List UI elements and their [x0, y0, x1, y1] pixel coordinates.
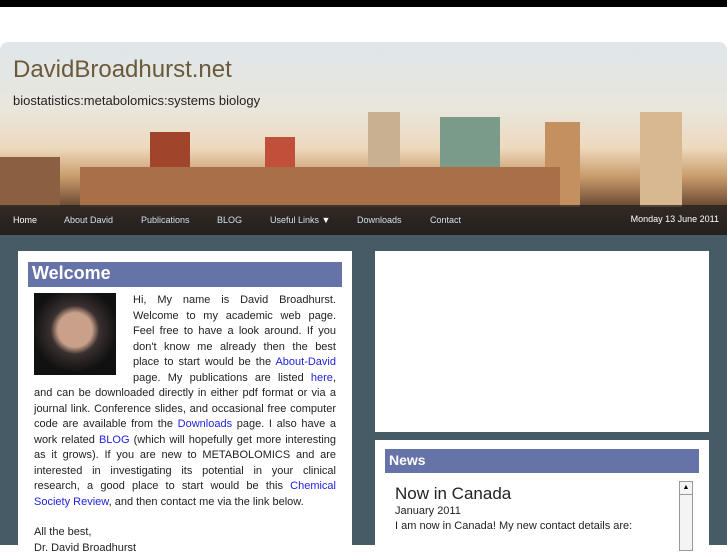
news-heading: News: [385, 449, 699, 473]
site-header: DavidBroadhurst.net biostatistics:metabo…: [0, 42, 727, 235]
scroll-up-arrow-icon[interactable]: ▲: [680, 482, 692, 495]
news-date: January 2011: [395, 505, 461, 517]
nav-home[interactable]: Home: [13, 215, 37, 225]
about-david-link[interactable]: About-David: [275, 356, 336, 368]
news-text: I am now in Canada! My new contact detai…: [395, 520, 633, 532]
publications-link[interactable]: here: [311, 372, 333, 384]
news-panel: News Now in Canada January 2011 I am now…: [375, 440, 709, 560]
main-content: Welcome Hi, My name is David Broadhurst.…: [0, 235, 727, 560]
site-tagline: biostatistics:metabolomics:systems biolo…: [13, 93, 261, 108]
profile-photo: [34, 293, 116, 375]
downloads-link[interactable]: Downloads: [178, 418, 232, 430]
news-title: Now in Canada: [395, 484, 512, 503]
current-date: Monday 13 June 2011: [630, 214, 719, 224]
news-item: Now in Canada January 2011 I am now in C…: [395, 484, 675, 532]
empty-panel: [375, 251, 709, 432]
blog-link[interactable]: BLOG: [99, 434, 130, 446]
welcome-panel: Welcome Hi, My name is David Broadhurst.…: [18, 251, 352, 554]
welcome-text: Hi, My name is David Broadhurst. Welcome…: [34, 293, 336, 556]
text: page. My publications are listed: [133, 371, 311, 384]
chevron-down-icon: ▼: [321, 215, 331, 225]
news-scrollbar[interactable]: ▲: [679, 481, 693, 551]
nav-contact[interactable]: Contact: [430, 215, 461, 225]
signature: Dr. David Broadhurst: [34, 541, 137, 554]
signoff: All the best,: [34, 526, 92, 538]
nav-publications[interactable]: Publications: [141, 215, 190, 225]
nav-blog[interactable]: BLOG: [217, 215, 242, 225]
site-title[interactable]: DavidBroadhurst.net: [13, 56, 232, 84]
text: , and then contact me via the link below…: [108, 495, 304, 508]
nav-about-david[interactable]: About David: [64, 215, 113, 225]
nav-useful-links[interactable]: Useful Links ▼: [270, 215, 330, 225]
nav-downloads[interactable]: Downloads: [357, 215, 402, 225]
nav-bar: Home About David Publications BLOG Usefu…: [0, 205, 727, 235]
nav-useful-links-label: Useful Links: [270, 215, 320, 225]
top-bar: [0, 0, 727, 7]
welcome-heading: Welcome: [28, 262, 342, 287]
